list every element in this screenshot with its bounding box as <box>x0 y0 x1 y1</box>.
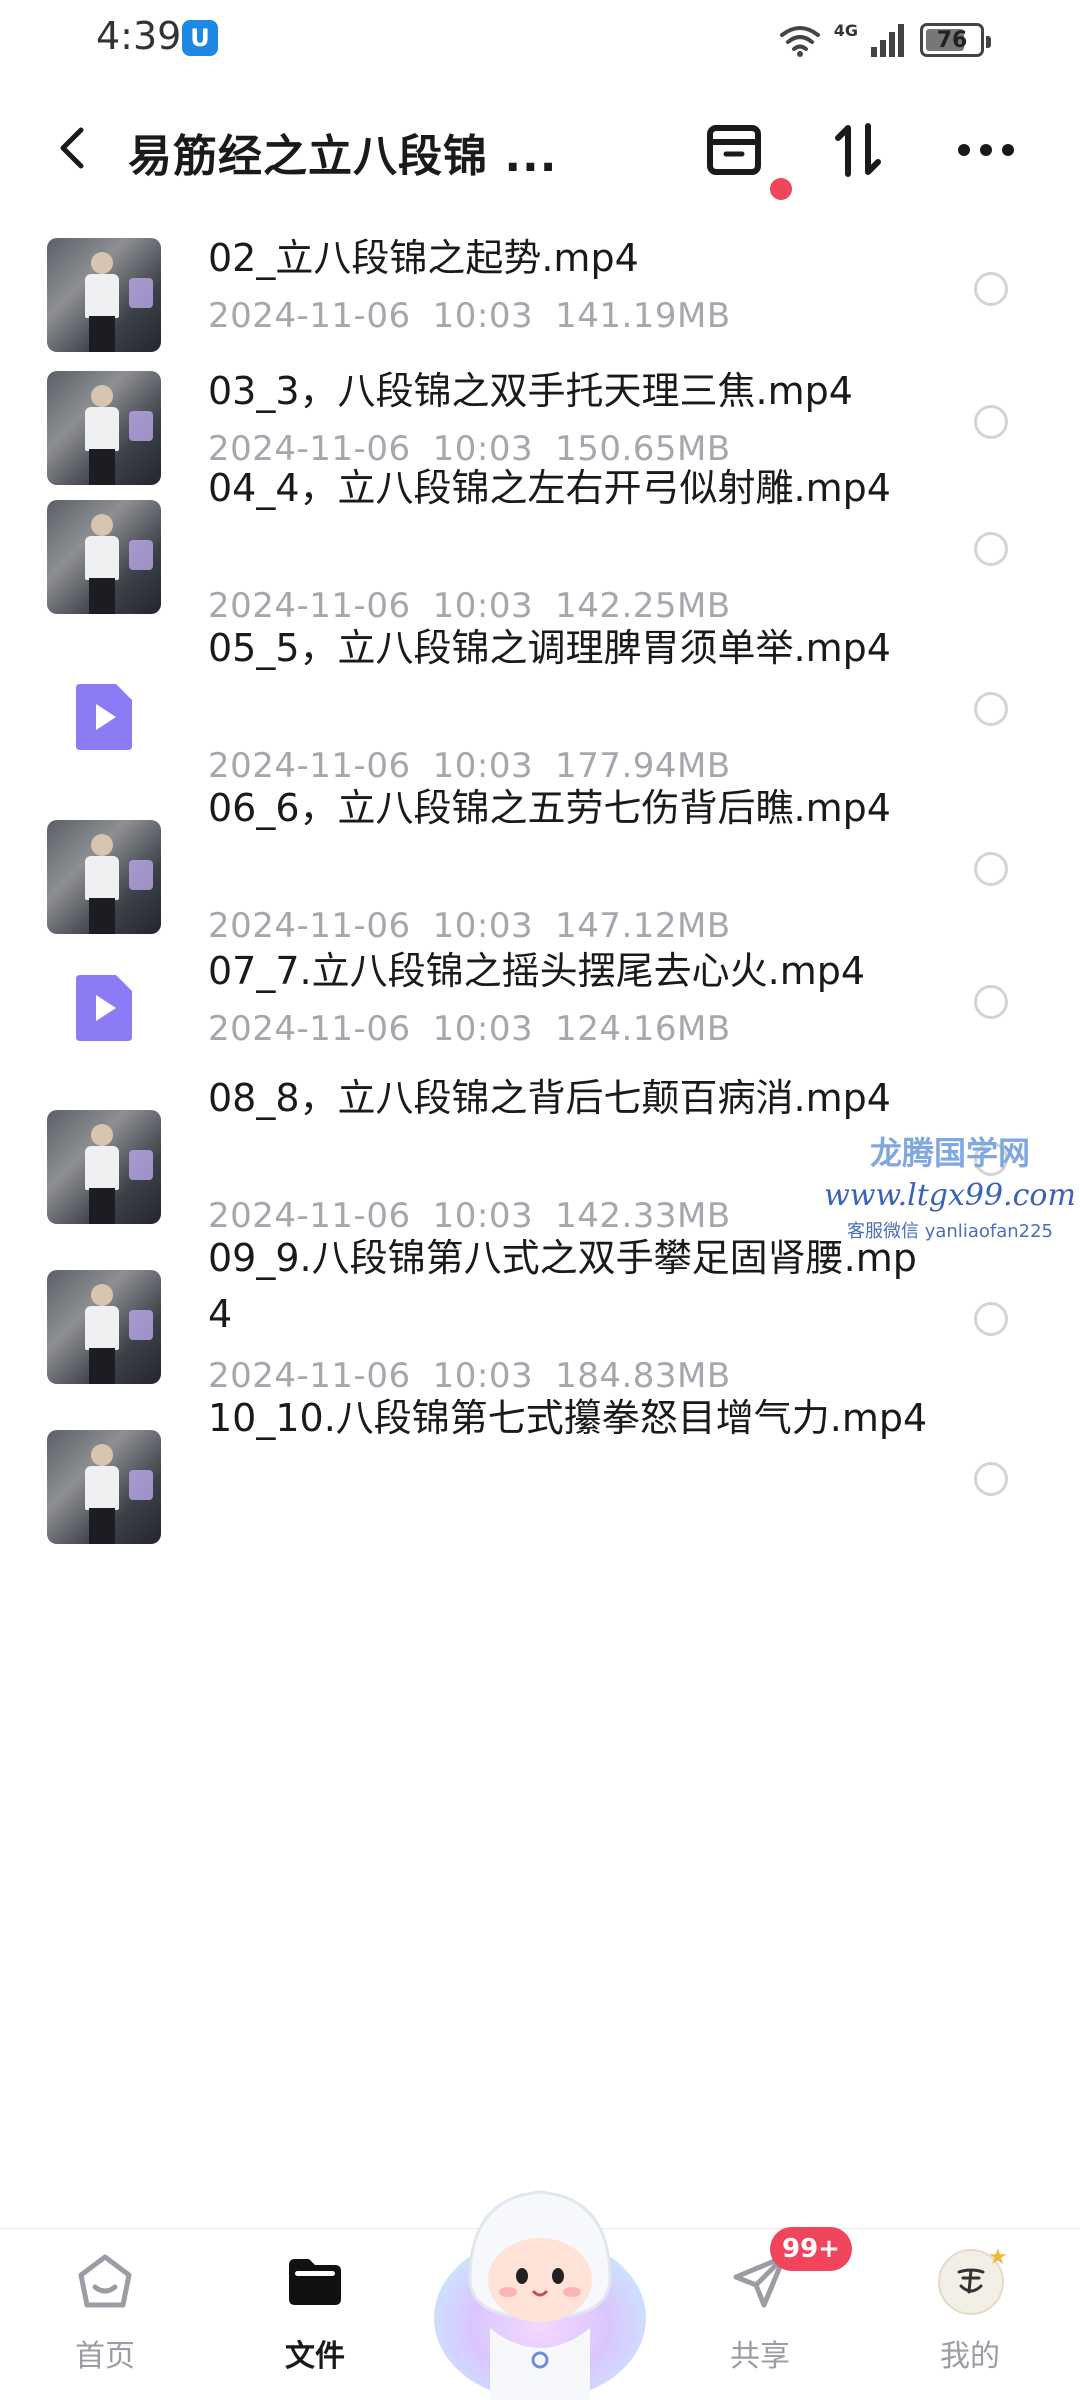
file-time: 10:03 <box>432 906 534 946</box>
file-row[interactable]: 10_10.八段锦第七式攥拳怒目增气力.mp4 <box>0 1390 1080 1550</box>
select-radio[interactable] <box>974 405 1008 439</box>
mascot-icon <box>434 2190 646 2400</box>
nav-item-home[interactable]: 首页 <box>35 2229 175 2400</box>
file-name: 06_6，立八段锦之五劳七伤背后瞧.mp4 <box>208 786 891 830</box>
sort-icon <box>835 123 881 177</box>
screen: 4:39 U 4G 76 易筋经之立八段锦 ... 02_立八段锦之起势.mp4… <box>0 0 1080 2400</box>
home-icon <box>75 2251 135 2311</box>
archive-icon <box>707 125 761 175</box>
battery-level: 76 <box>936 27 968 53</box>
file-meta: 2024-11-06 10:03 147.12MB <box>208 906 731 946</box>
status-bar: 4:39 U 4G 76 <box>0 0 1080 80</box>
file-row[interactable]: 02_立八段锦之起势.mp4 2024-11-06 10:03 141.19MB <box>0 230 1080 363</box>
page-title: 易筋经之立八段锦 ... <box>128 131 558 182</box>
file-size: 124.16MB <box>555 1009 731 1049</box>
more-icon <box>958 144 1014 156</box>
select-radio[interactable] <box>974 272 1008 306</box>
video-thumbnail <box>47 1110 161 1224</box>
file-name: 04_4，立八段锦之左右开弓似射雕.mp4 <box>208 466 891 510</box>
file-row[interactable]: 09_9.八段锦第八式之双手攀足固肾腰.mp4 2024-11-06 10:03 18… <box>0 1230 1080 1396</box>
video-thumbnail <box>47 1270 161 1384</box>
file-row[interactable]: 04_4，立八段锦之左右开弓似射雕.mp4 2024-11-06 10:03 142.… <box>0 460 1080 626</box>
ai-assistant-button[interactable] <box>430 2168 650 2400</box>
chevron-left-icon <box>60 127 84 169</box>
battery-icon: 76 <box>920 23 991 57</box>
video-thumbnail <box>47 820 161 934</box>
select-radio[interactable] <box>974 1142 1008 1176</box>
file-meta: 2024-11-06 10:03 124.16MB <box>208 1009 731 1049</box>
back-button[interactable] <box>44 120 100 176</box>
nav-label-share: 共享 <box>730 2339 790 2374</box>
more-button[interactable] <box>950 114 1022 186</box>
archive-button[interactable] <box>698 114 770 186</box>
select-radio[interactable] <box>974 532 1008 566</box>
wifi-icon <box>779 26 820 57</box>
file-name: 03_3，八段锦之双手托天理三焦.mp4 <box>208 369 853 413</box>
share-badge: 99+ <box>770 2227 852 2271</box>
file-row[interactable]: 07_7.立八段锦之摇头摆尾去心火.mp4 2024-11-06 10:03 124.… <box>0 943 1080 1070</box>
video-thumbnail <box>47 500 161 614</box>
nav-item-mine[interactable]: ★ 我的 <box>900 2229 1040 2400</box>
app-notification-icon: U <box>182 20 218 56</box>
file-row[interactable]: 06_6，立八段锦之五劳七伤背后瞧.mp4 2024-11-06 10:03 147.… <box>0 780 1080 946</box>
file-name: 09_9.八段锦第八式之双手攀足固肾腰.mp4 <box>208 1236 917 1336</box>
file-date: 2024-11-06 <box>208 906 411 946</box>
notification-dot <box>770 178 792 200</box>
file-name: 02_立八段锦之起势.mp4 <box>208 236 639 280</box>
file-name: 10_10.八段锦第七式攥拳怒目增气力.mp4 <box>208 1396 928 1440</box>
video-file-icon <box>47 660 161 774</box>
file-meta: 2024-11-06 10:03 141.19MB <box>208 296 731 336</box>
select-radio[interactable] <box>974 985 1008 1019</box>
file-time: 10:03 <box>432 1009 534 1049</box>
nav-label-files: 文件 <box>285 2339 345 2374</box>
select-radio[interactable] <box>974 852 1008 886</box>
file-name: 05_5，立八段锦之调理脾胃须单举.mp4 <box>208 626 891 670</box>
select-radio[interactable] <box>974 692 1008 726</box>
signal-icon <box>871 24 904 57</box>
sort-button[interactable] <box>822 114 894 186</box>
file-row[interactable]: 05_5，立八段锦之调理脾胃须单举.mp4 2024-11-06 10:03 177.… <box>0 620 1080 786</box>
file-name: 08_8，立八段锦之背后七颠百病消.mp4 <box>208 1076 891 1120</box>
file-size: 147.12MB <box>555 906 731 946</box>
file-date: 2024-11-06 <box>208 1009 411 1049</box>
nav-item-files[interactable]: 文件 <box>245 2229 385 2400</box>
file-size: 141.19MB <box>555 296 731 336</box>
select-radio[interactable] <box>974 1462 1008 1496</box>
star-icon: ★ <box>988 2245 1008 2270</box>
nav-item-share[interactable]: 99+ 共享 <box>690 2227 852 2400</box>
file-time: 10:03 <box>432 296 534 336</box>
network-type-label: 4G <box>833 20 858 40</box>
video-file-icon <box>47 951 161 1065</box>
select-radio[interactable] <box>974 1302 1008 1336</box>
file-row[interactable]: 08_8，立八段锦之背后七颠百病消.mp4 2024-11-06 10:03 142.… <box>0 1070 1080 1236</box>
video-thumbnail <box>47 1430 161 1544</box>
file-name: 07_7.立八段锦之摇头摆尾去心火.mp4 <box>208 949 866 993</box>
file-date: 2024-11-06 <box>208 296 411 336</box>
folder-icon <box>285 2251 345 2311</box>
nav-label-home: 首页 <box>75 2339 135 2374</box>
nav-label-mine: 我的 <box>940 2339 1000 2374</box>
header: 易筋经之立八段锦 ... <box>0 88 1080 212</box>
video-thumbnail <box>47 238 161 352</box>
calligraphy-avatar-icon <box>957 2268 985 2294</box>
battery-cap <box>986 36 991 48</box>
status-indicators: 4G 76 <box>778 18 991 62</box>
status-time: 4:39 <box>96 14 182 58</box>
